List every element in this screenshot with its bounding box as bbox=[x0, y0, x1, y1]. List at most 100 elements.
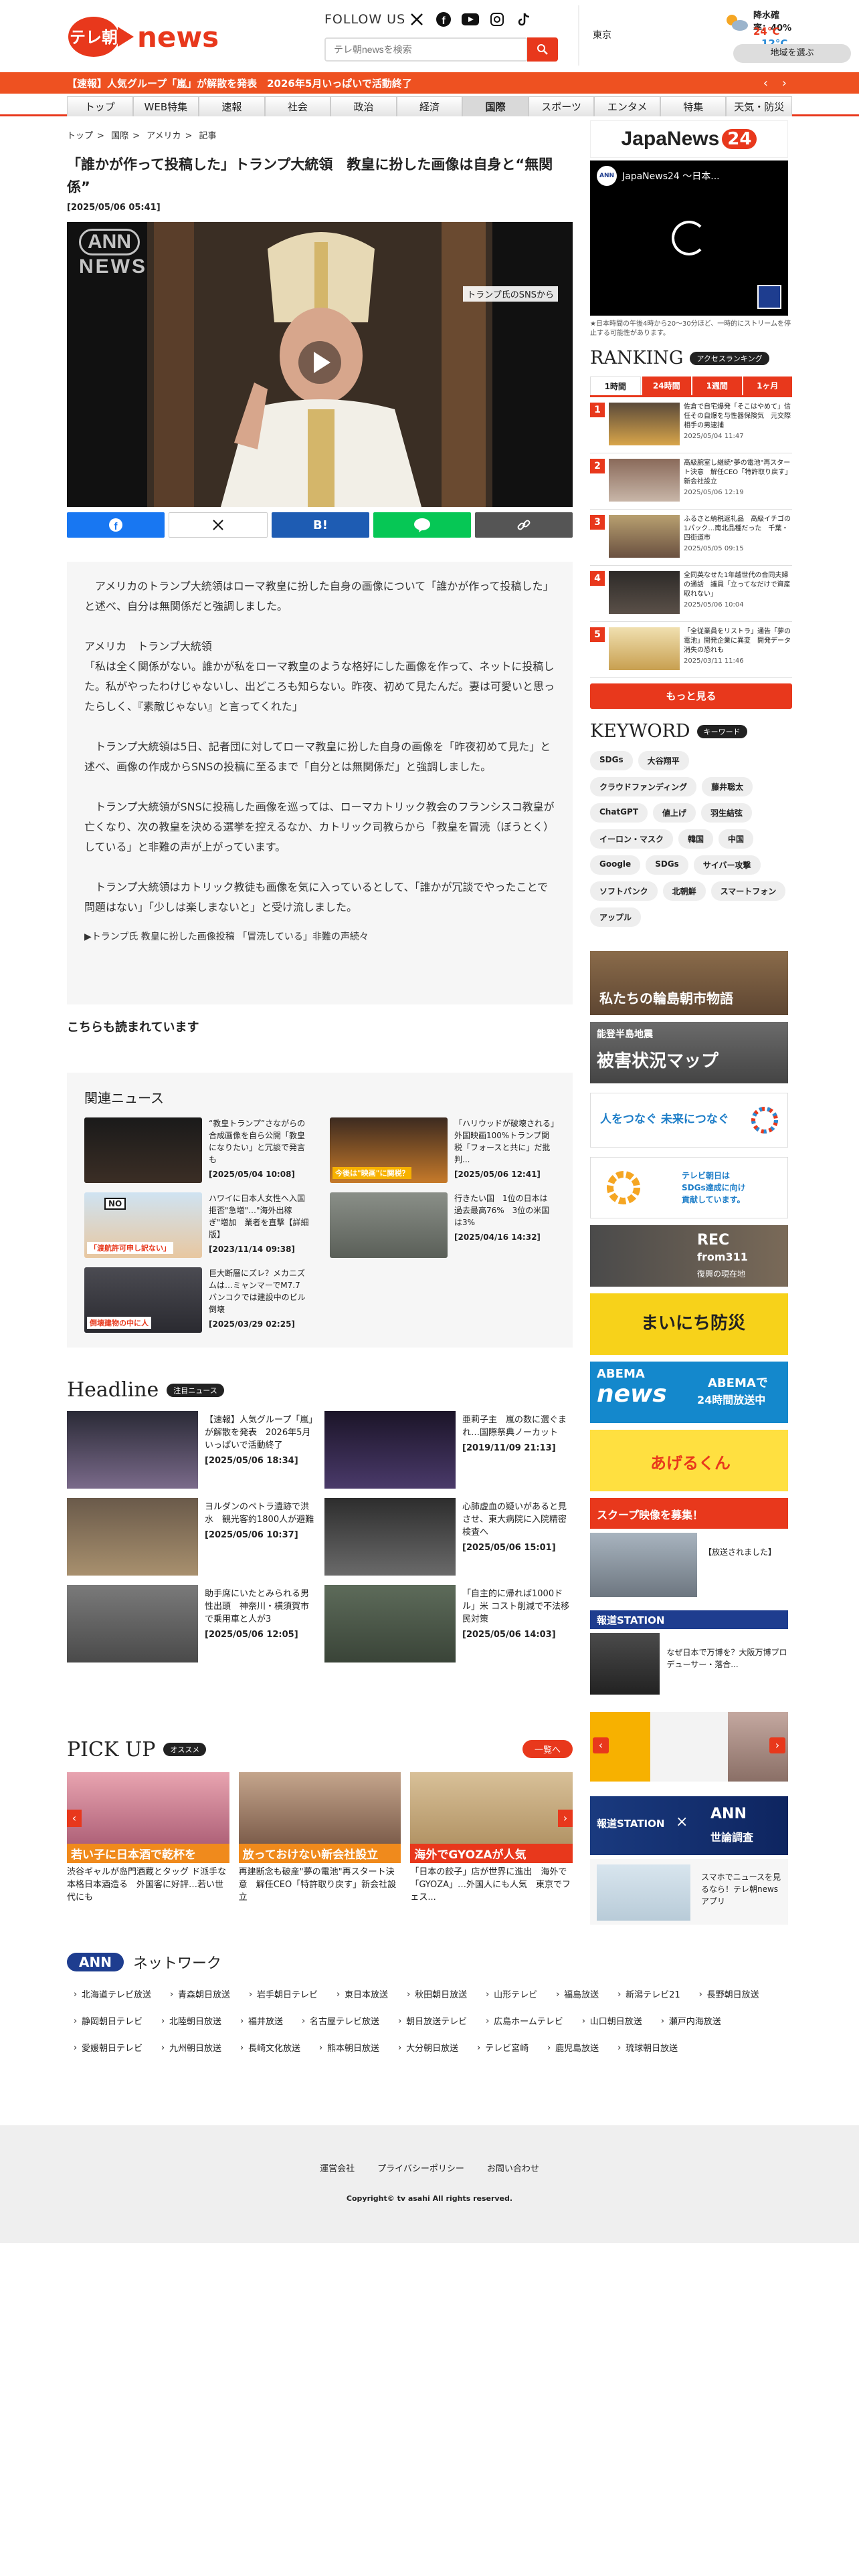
headline-title-text[interactable]: 心肺虚血の疑いがあると見させ、東大病院に入院精密検査へ bbox=[462, 1502, 567, 1537]
pickup-thumbnail[interactable]: 海外でGYOZAが人気 › bbox=[410, 1772, 573, 1863]
search-button[interactable] bbox=[527, 37, 558, 62]
breaking-news-ticker[interactable]: 【速報】人気グループ「嵐」が解散を発表 2026年5月いっぱいで活動終了 ‹ › bbox=[0, 72, 859, 94]
headline-title-text[interactable]: 助手席にいたとみられる男性出頭 神奈川・横須賀市で乗用車と人が3 bbox=[205, 1589, 309, 1624]
ranking-thumbnail[interactable] bbox=[609, 459, 680, 502]
abema-news-banner[interactable]: ABEMA news ABEMAで 24時間放送中 bbox=[590, 1362, 788, 1423]
pickup-text[interactable]: 「日本の餃子」店が世界に進出 海外で「GYOZA」…外国人にも人気 東京でフェス… bbox=[410, 1866, 573, 1904]
ranking-tab-1h[interactable]: 1時間 bbox=[590, 377, 641, 395]
headline-title-text[interactable]: ヨルダンのペトラ遺跡で洪水 観光客約1800人が避難 bbox=[205, 1502, 314, 1525]
network-station-link[interactable]: 静岡朝日テレビ bbox=[67, 2009, 155, 2036]
keyword-tag[interactable]: SDGs bbox=[590, 751, 633, 770]
nav-item[interactable]: 経済 bbox=[396, 96, 463, 116]
keyword-tag[interactable]: Google bbox=[590, 855, 641, 875]
instagram-icon[interactable] bbox=[487, 9, 507, 29]
keyword-tag[interactable]: 大谷翔平 bbox=[638, 751, 689, 770]
network-station-link[interactable]: 北海道テレビ放送 bbox=[67, 1982, 163, 2009]
pickup-text[interactable]: 再建断念も破産"夢の電池"再スタート決意 解任CEO「特許取り戻す」新会社設立 bbox=[239, 1866, 401, 1904]
headline-item[interactable]: 亜莉子主 嵐の数に選ぐまれ…国際祭典ノーカット [2019/11/09 21:13… bbox=[324, 1411, 573, 1489]
related-news-item[interactable]: 今後は"映画"に関税？ 「ハリウッドが破壊される」外国映画100%トランプ関税「フ… bbox=[330, 1117, 555, 1183]
keyword-tag[interactable]: アップル bbox=[590, 907, 642, 927]
nav-item[interactable]: 天気・防災 bbox=[726, 96, 793, 116]
share-hatena-button[interactable]: B! bbox=[272, 512, 369, 538]
ranking-headline[interactable]: 「全従業員をリストラ」通告「夢の電池」開発企業に異変 開発データ消失の恐れも bbox=[684, 628, 791, 654]
ranking-item[interactable]: 2 高級腕室し継続"夢の電池"再スタート決意 解任CEO「特許取り戻す」新会社設立… bbox=[590, 453, 792, 510]
network-station-link[interactable]: 青森朝日放送 bbox=[163, 1982, 242, 2009]
hodo-station-item[interactable]: なぜ日本で万博を？大阪万博プロデューサー・落合... bbox=[590, 1633, 792, 1695]
network-station-link[interactable]: 北陸朝日放送 bbox=[155, 2009, 233, 2036]
network-station-link[interactable]: 瀬戸内海放送 bbox=[654, 2009, 733, 2036]
ranking-headline[interactable]: ふるさと納税返礼品 高級イチゴの1パック…南北品種だった 千葉・四街道市 bbox=[684, 516, 791, 542]
region-select-button[interactable]: 地域を選ぶ bbox=[733, 44, 851, 63]
ranking-headline[interactable]: 佐倉で自宅爆発「そこはやめて」信任その自爆を与性器保険気 元交際相手の男逮捕 bbox=[684, 403, 791, 429]
ranking-tab-1m[interactable]: 1ヶ月 bbox=[743, 377, 792, 395]
ranking-tab-24h[interactable]: 24時間 bbox=[642, 377, 691, 395]
related-news-thumbnail[interactable] bbox=[84, 1117, 202, 1183]
related-news-item[interactable]: 「渡航許可申し訳ない」 NO ハワイに日本人女性へ入国拒否"急増"…"海外出稼ぎ"増… bbox=[84, 1192, 310, 1258]
youtube-icon[interactable] bbox=[460, 9, 480, 29]
network-station-link[interactable]: 熊本朝日放送 bbox=[312, 2036, 391, 2062]
related-news-thumbnail[interactable]: 「渡航許可申し訳ない」 NO bbox=[84, 1192, 202, 1258]
carousel-prev-icon[interactable]: ‹ bbox=[593, 1737, 609, 1753]
network-station-link[interactable]: 岩手朝日テレビ bbox=[242, 1982, 330, 2009]
keyword-tag[interactable]: 中国 bbox=[719, 829, 754, 849]
network-station-link[interactable]: 鹿児島放送 bbox=[541, 2036, 611, 2062]
network-station-link[interactable]: 琉球朝日放送 bbox=[611, 2036, 690, 2062]
network-station-link[interactable]: 山口朝日放送 bbox=[575, 2009, 654, 2036]
pickup-next-icon[interactable]: › bbox=[558, 1810, 573, 1827]
headline-title-text[interactable]: 亜莉子主 嵐の数に選ぐまれ…国際祭典ノーカット bbox=[462, 1415, 567, 1438]
nav-item[interactable]: トップ bbox=[67, 96, 133, 116]
wajima-banner[interactable]: 私たちの輪島朝市物語 bbox=[590, 951, 788, 1015]
hodo-station-banner[interactable]: 報道STATION bbox=[590, 1610, 788, 1629]
pickup-item[interactable]: 海外でGYOZAが人気 › 「日本の餃子」店が世界に進出 海外で「GYOZA」…外国… bbox=[410, 1772, 573, 1904]
related-news-headline[interactable]: 行きたい国 1位の日本は過去最高76% 3位の米国は3% bbox=[454, 1194, 549, 1227]
share-line-button[interactable] bbox=[373, 512, 471, 538]
related-news-headline[interactable]: “教皇トランプ”さながらの合成画像を自ら公開「教皇になりたい」と冗談で発言も bbox=[209, 1119, 305, 1164]
nav-item[interactable]: スポーツ bbox=[528, 96, 595, 116]
ticker-next-icon[interactable]: › bbox=[782, 76, 787, 90]
ticker-prev-icon[interactable]: ‹ bbox=[763, 76, 768, 90]
network-station-link[interactable]: 朝日放送テレビ bbox=[391, 2009, 479, 2036]
headline-thumbnail[interactable] bbox=[324, 1411, 456, 1489]
ranking-item[interactable]: 3 ふるさと納税返礼品 高級イチゴの1パック…南北品種だった 千葉・四街道市 202… bbox=[590, 510, 792, 566]
keyword-tag[interactable]: 北朝鮮 bbox=[662, 881, 706, 901]
headline-item[interactable]: ヨルダンのペトラ遺跡で洪水 観光客約1800人が避難 [2025/05/06 10… bbox=[67, 1498, 315, 1576]
network-station-link[interactable]: 新潟テレビ21 bbox=[611, 1982, 692, 2009]
related-news-item[interactable]: 倒壊建物の中に人 巨大断層にズレ？メカニズムは…ミャンマーでM7.7 バンコクでは… bbox=[84, 1267, 310, 1333]
scoop-video-item[interactable]: 【放送されました】 bbox=[590, 1533, 792, 1597]
noto-damage-map-banner[interactable]: 能登半島地震 被害状況マップ bbox=[590, 1022, 788, 1083]
network-station-link[interactable]: 秋田朝日放送 bbox=[400, 1982, 479, 2009]
site-logo[interactable]: テレ朝 news bbox=[67, 12, 227, 62]
network-station-link[interactable]: 福島放送 bbox=[549, 1982, 611, 2009]
network-station-link[interactable]: 長崎文化放送 bbox=[233, 2036, 312, 2062]
related-news-headline[interactable]: 「ハリウッドが破壊される」外国映画100%トランプ関税「フォースと共に」だ批判.… bbox=[454, 1119, 555, 1164]
keyword-tag[interactable]: 値上げ bbox=[653, 803, 696, 823]
related-article-link[interactable]: ▶トランプ氏 教皇に扮した画像投稿 「冒涜している」非難の声続々 bbox=[84, 927, 555, 987]
headline-title-text[interactable]: 「自主的に帰れば1000ドル」米 コスト削減で不法移民対策 bbox=[462, 1589, 569, 1624]
breadcrumb-item[interactable]: 国際 bbox=[111, 131, 128, 141]
network-station-link[interactable]: 長野朝日放送 bbox=[692, 1982, 771, 2009]
related-news-item[interactable]: “教皇トランプ”さながらの合成画像を自ら公開「教皇になりたい」と冗談で発言も [2… bbox=[84, 1117, 310, 1183]
ranking-item[interactable]: 5 「全従業員をリストラ」通告「夢の電池」開発企業に異変 開発データ消失の恐れも 2… bbox=[590, 622, 792, 678]
related-news-thumbnail[interactable] bbox=[330, 1192, 448, 1258]
ranking-thumbnail[interactable] bbox=[609, 403, 680, 445]
breadcrumb-item[interactable]: トップ bbox=[67, 131, 93, 141]
nav-item[interactable]: 特集 bbox=[660, 96, 727, 116]
rec-from-311-banner[interactable]: REC from311 復興の現在地 bbox=[590, 1225, 788, 1287]
footer-link-privacy[interactable]: プライバシーポリシー bbox=[377, 2161, 464, 2174]
nav-item[interactable]: 社会 bbox=[264, 96, 331, 116]
related-news-headline[interactable]: ハワイに日本人女性へ入国拒否"急増"…"海外出稼ぎ"増加 業者を直撃【詳細版】 bbox=[209, 1194, 309, 1239]
ranking-thumbnail[interactable] bbox=[609, 627, 680, 670]
ranking-more-button[interactable]: もっと見る bbox=[590, 683, 792, 709]
network-station-link[interactable]: 東日本放送 bbox=[330, 1982, 400, 2009]
ranking-thumbnail[interactable] bbox=[609, 515, 680, 558]
weather-city[interactable]: 東京 bbox=[593, 28, 611, 41]
related-news-headline[interactable]: 巨大断層にズレ？メカニズムは…ミャンマーでM7.7 バンコクでは建設中のビル倒壊 bbox=[209, 1269, 308, 1314]
breadcrumb-item[interactable]: アメリカ bbox=[147, 131, 181, 141]
footer-link-contact[interactable]: お問い合わせ bbox=[487, 2161, 539, 2174]
keyword-tag[interactable]: クラウドファンディング bbox=[590, 777, 697, 796]
pickup-thumbnail[interactable]: 放っておけない新会社設立 bbox=[238, 1772, 401, 1863]
pickup-more-button[interactable]: 一覧へ bbox=[522, 1740, 573, 1758]
nav-item[interactable]: 政治 bbox=[330, 96, 397, 116]
bousai-banner[interactable]: まいにち防災 bbox=[590, 1293, 788, 1355]
scoop-video-banner[interactable]: スクープ映像を募集！ bbox=[590, 1498, 788, 1529]
